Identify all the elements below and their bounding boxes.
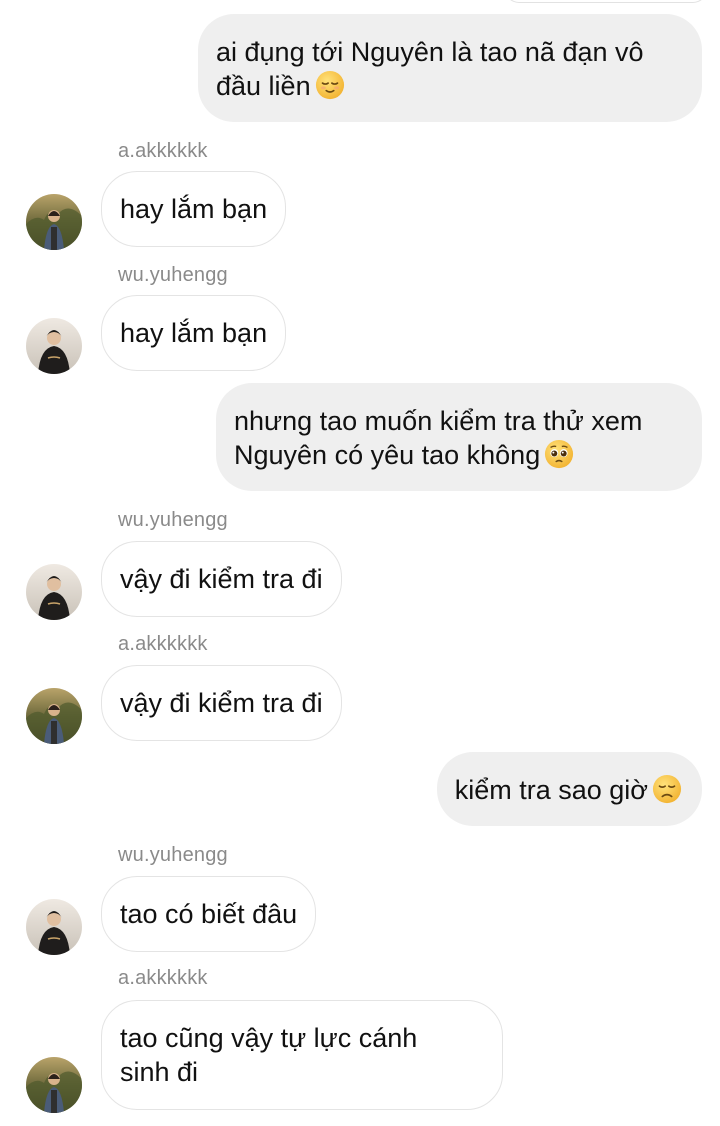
message-text: vậy đi kiểm tra đi: [120, 688, 323, 718]
avatar-wu-yuhengg[interactable]: [26, 318, 82, 374]
avatar-wu-yuhengg[interactable]: [26, 564, 82, 620]
incoming-message[interactable]: vậy đi kiểm tra đi: [101, 665, 342, 741]
avatar-wu-yuhengg[interactable]: [26, 899, 82, 955]
message-text: vậy đi kiểm tra đi: [120, 564, 323, 594]
avatar-a-akkkkkk[interactable]: [26, 688, 82, 744]
sender-name: wu.yuhengg: [118, 844, 228, 866]
avatar-a-akkkkkk[interactable]: [26, 194, 82, 250]
message-text: tao có biết đâu: [120, 899, 298, 929]
outgoing-message[interactable]: kiểm tra sao giờ: [436, 752, 702, 826]
sender-name: wu.yuhengg: [118, 264, 228, 286]
sender-name: a.akkkkkk: [118, 633, 208, 655]
chat-thread: ai đụng tới Nguyên là tao nã đạn vô đầu …: [0, 0, 720, 1126]
message-text: ai đụng tới Nguyên là tao nã đạn vô đầu …: [216, 37, 644, 101]
incoming-message[interactable]: hay lắm bạn: [101, 171, 287, 247]
sender-name: a.akkkkkk: [118, 140, 208, 162]
message-text: hay lắm bạn: [120, 194, 268, 224]
sender-name: a.akkkkkk: [118, 967, 208, 989]
outgoing-message[interactable]: ai đụng tới Nguyên là tao nã đạn vô đầu …: [198, 14, 702, 122]
incoming-message[interactable]: hay lắm bạn: [101, 295, 287, 371]
message-text: nhưng tao muốn kiểm tra thử xem Nguyên c…: [234, 406, 643, 470]
incoming-message[interactable]: tao cũng vậy tự lực cánh sinh đi: [101, 1000, 503, 1110]
outgoing-message[interactable]: nhưng tao muốn kiểm tra thử xem Nguyên c…: [216, 383, 702, 491]
relieved-face-icon: [315, 70, 345, 100]
previous-message-edge: [505, 0, 707, 3]
message-text: hay lắm bạn: [120, 318, 268, 348]
pleading-face-icon: [544, 439, 574, 469]
avatar-a-akkkkkk[interactable]: [26, 1057, 82, 1113]
sender-name: wu.yuhengg: [118, 509, 228, 531]
incoming-message[interactable]: vậy đi kiểm tra đi: [101, 541, 342, 617]
message-text: kiểm tra sao giờ: [454, 775, 648, 805]
message-text: tao cũng vậy tự lực cánh sinh đi: [120, 1023, 418, 1087]
disappointed-face-icon: [652, 774, 682, 804]
incoming-message[interactable]: tao có biết đâu: [101, 876, 317, 952]
